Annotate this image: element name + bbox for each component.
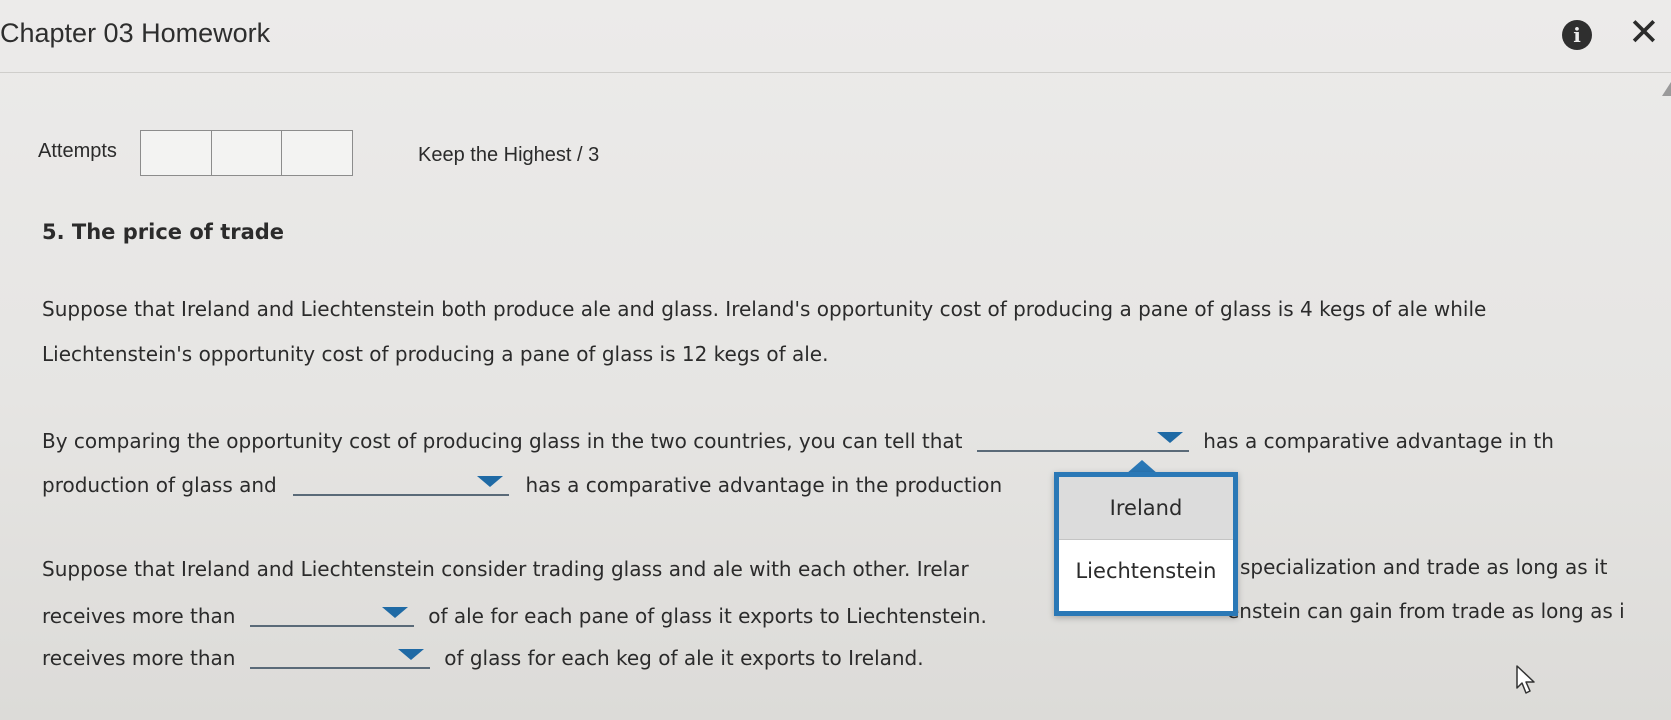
question-title: 5. The price of trade xyxy=(42,220,285,244)
paragraph-3-line-2: receives more than of ale for each pane … xyxy=(42,601,987,628)
page-title: Chapter 03 Homework xyxy=(0,18,271,48)
option-liechtenstein[interactable]: Liechtenstein xyxy=(1059,540,1233,602)
paragraph-3-line-3-text-b: of glass for each keg of ale it exports … xyxy=(444,646,924,670)
attempts-label: Attempts xyxy=(38,140,117,162)
paragraph-2-line-2-text-a: production of glass and xyxy=(42,473,277,497)
paragraph-1-line-2: Liechtenstein's opportunity cost of prod… xyxy=(42,342,829,366)
option-ireland[interactable]: Ireland xyxy=(1059,477,1233,540)
paragraph-1-line-1: Suppose that Ireland and Liechtenstein b… xyxy=(42,297,1487,321)
attempt-box xyxy=(281,130,353,176)
close-icon[interactable]: ✕ xyxy=(1628,12,1660,52)
info-icon[interactable]: i xyxy=(1562,20,1592,50)
paragraph-3-line-2-text-a: receives more than xyxy=(42,604,236,628)
comparative-advantage-dropdown-1[interactable] xyxy=(976,426,1189,452)
paragraph-3-line-2-text-b: of ale for each pane of glass it exports… xyxy=(428,604,987,628)
chevron-down-icon xyxy=(477,476,504,487)
chevron-down-icon xyxy=(381,607,408,618)
comparative-advantage-dropdown-2[interactable] xyxy=(293,470,510,496)
paragraph-2-line-1-text-b: has a comparative advantage in th xyxy=(1203,429,1554,453)
ireland-price-dropdown[interactable] xyxy=(249,601,414,627)
liechtenstein-price-dropdown[interactable] xyxy=(249,643,430,669)
paragraph-2-line-2: production of glass and has a comparativ… xyxy=(42,470,1002,497)
paragraph-3-line-3-text-a: receives more than xyxy=(42,646,236,670)
paragraph-3-line-2-text-c: enstein can gain from trade as long as i xyxy=(1227,599,1625,623)
chevron-down-icon xyxy=(1156,432,1183,443)
paragraph-3-line-3: receives more than of glass for each keg… xyxy=(42,643,924,670)
paragraph-2-line-1: By comparing the opportunity cost of pro… xyxy=(42,426,1554,453)
mouse-cursor-icon xyxy=(1516,665,1535,694)
attempt-box xyxy=(140,130,212,176)
keep-highest-label: Keep the Highest / 3 xyxy=(418,144,600,166)
paragraph-2-line-1-text-a: By comparing the opportunity cost of pro… xyxy=(42,429,963,453)
paragraph-3-line-1-text-b: specialization and trade as long as it xyxy=(1240,555,1608,579)
dropdown-options-popup: Ireland Liechtenstein xyxy=(1054,472,1238,616)
paragraph-3-line-1-text-a: Suppose that Ireland and Liechtenstein c… xyxy=(42,557,969,581)
header-divider xyxy=(0,72,1671,73)
paragraph-2-line-2-text-b: has a comparative advantage in the produ… xyxy=(525,473,1003,497)
chevron-down-icon xyxy=(397,649,424,660)
attempts-boxes xyxy=(140,130,353,176)
attempt-box xyxy=(210,130,283,176)
scroll-up-arrow-icon[interactable] xyxy=(1662,82,1671,96)
